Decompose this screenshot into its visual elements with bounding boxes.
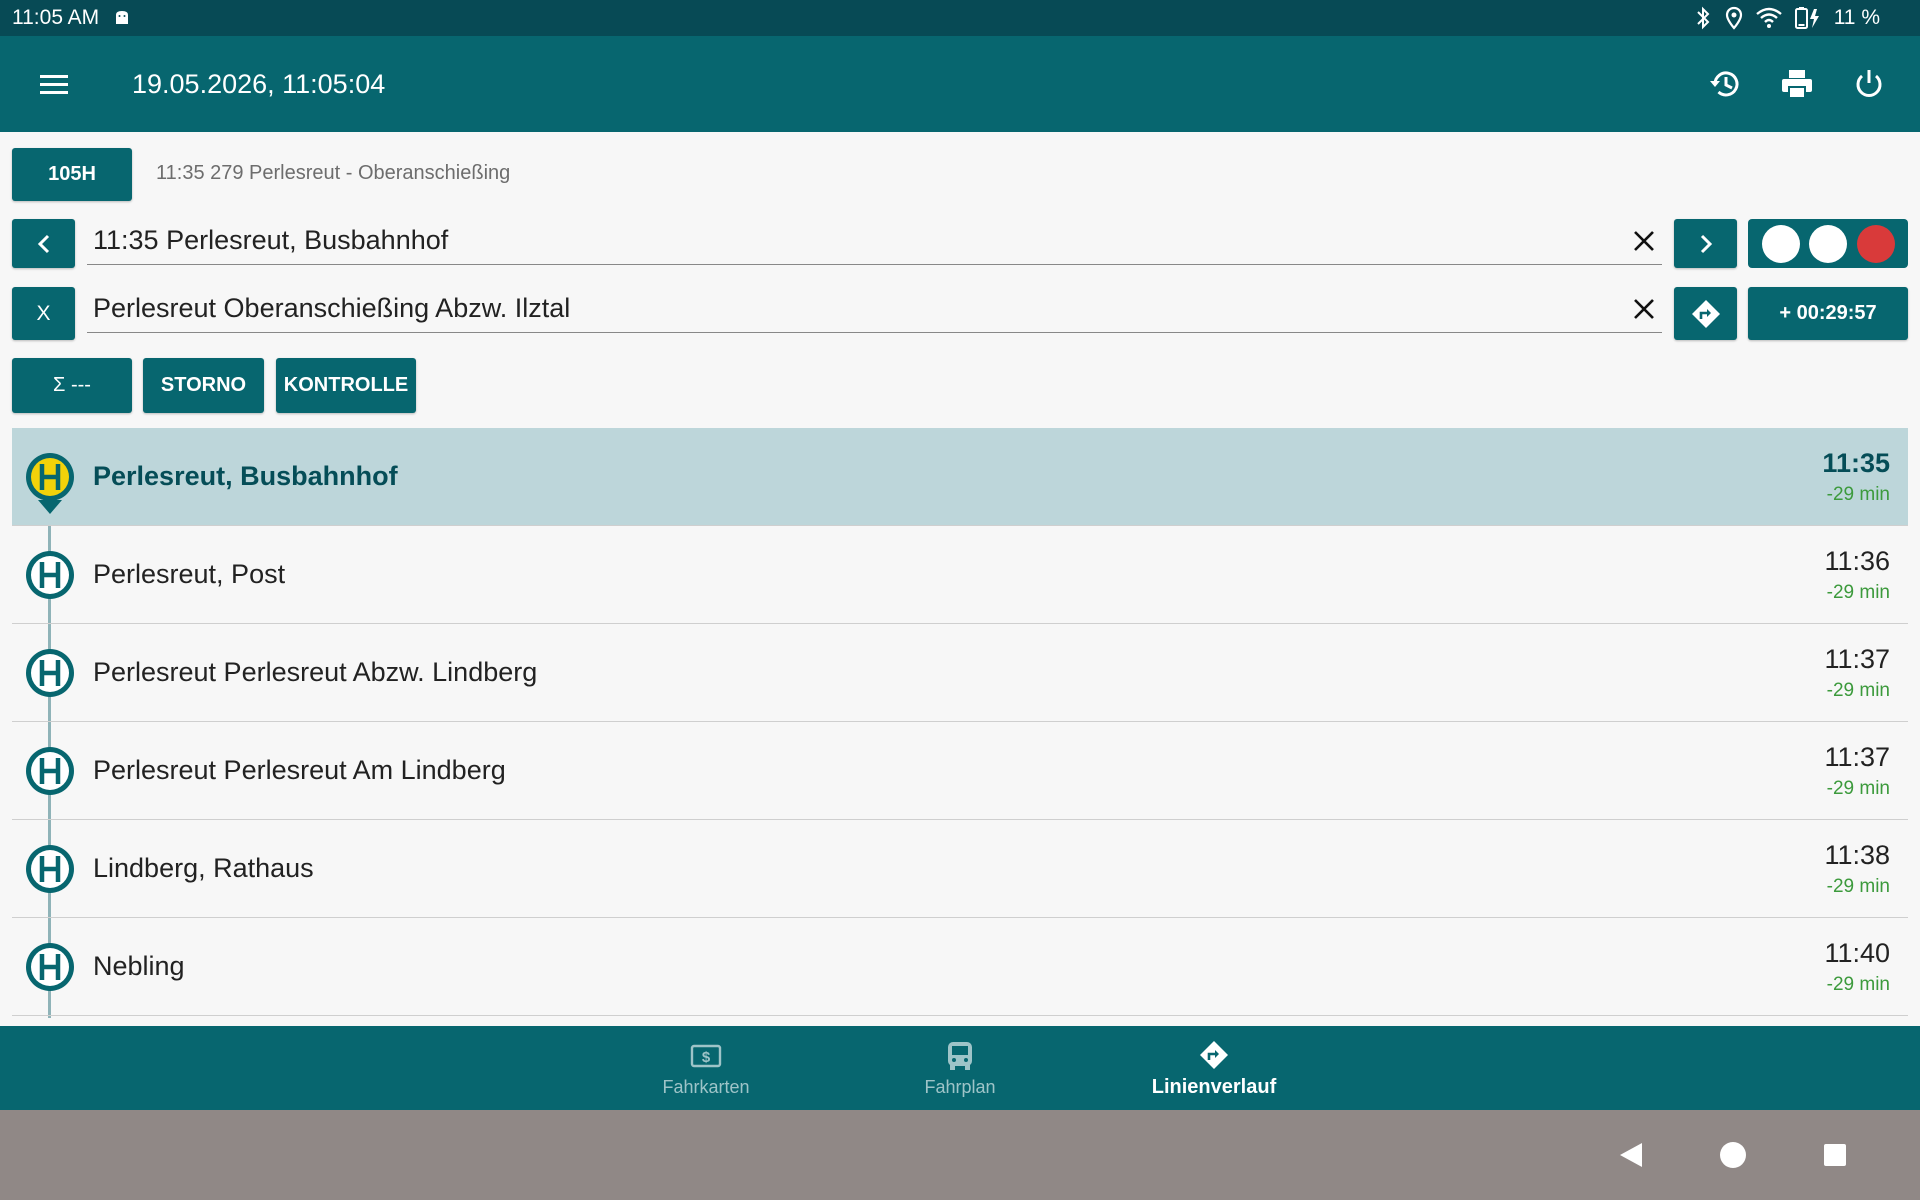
power-icon [1853, 68, 1885, 100]
recents-button[interactable] [1820, 1140, 1850, 1170]
from-stop-field[interactable]: 11:35 Perlesreut, Busbahnhof [87, 217, 1662, 265]
stop-time: 11:35 [1822, 448, 1890, 478]
storno-button[interactable]: STORNO [143, 358, 264, 413]
ticket-icon: $ [690, 1039, 722, 1073]
to-stop-value: Perlesreut Oberanschießing Abzw. Ilztal [93, 293, 571, 323]
status-light-3 [1856, 224, 1895, 263]
previous-stop-button[interactable] [12, 219, 75, 268]
stop-list[interactable]: Perlesreut, Busbahnhof 11:35 -29 min Per… [12, 428, 1908, 1018]
chevron-left-icon [35, 233, 53, 255]
recents-square-icon [1823, 1143, 1847, 1167]
close-icon [1632, 229, 1656, 253]
home-circle-icon [1719, 1141, 1747, 1169]
home-button[interactable] [1718, 1140, 1748, 1170]
page-title: 19.05.2026, 11:05:04 [132, 68, 386, 99]
stop-time: 11:40 [1824, 938, 1890, 968]
stop-time: 11:37 [1824, 644, 1890, 674]
system-navigation-bar [0, 1110, 1920, 1200]
from-stop-value: 11:35 Perlesreut, Busbahnhof [93, 225, 449, 255]
clear-from-button[interactable] [1626, 223, 1662, 259]
svg-text:$: $ [702, 1049, 711, 1066]
stop-name: Perlesreut Perlesreut Abzw. Lindberg [93, 657, 538, 687]
android-notification-icon [113, 9, 131, 27]
tab-label: Fahrkarten [662, 1076, 750, 1097]
stop-name: Nebling [93, 951, 185, 981]
list-item[interactable]: Perlesreut, Busbahnhof 11:35 -29 min [12, 428, 1908, 526]
status-light-1 [1761, 224, 1800, 263]
history-icon [1708, 67, 1742, 101]
countdown-button[interactable]: + 00:29:57 [1748, 287, 1908, 340]
stop-time: 11:38 [1824, 840, 1890, 870]
bus-stop-icon [25, 844, 75, 894]
list-item[interactable]: Nebling 11:40 -29 min [12, 918, 1908, 1016]
power-button[interactable] [1844, 59, 1894, 109]
to-stop-field[interactable]: Perlesreut Oberanschießing Abzw. Ilztal [87, 285, 1662, 333]
clear-to-button[interactable] [1626, 291, 1662, 327]
bus-stop-icon [25, 550, 75, 600]
bluetooth-icon [1694, 6, 1712, 30]
stop-delay: -29 min [1826, 484, 1890, 505]
sum-button[interactable]: Σ --- [12, 358, 132, 413]
list-item[interactable]: Perlesreut Perlesreut Am Lindberg 11:37 … [12, 722, 1908, 820]
route-button[interactable] [1674, 287, 1737, 340]
stop-time: 11:37 [1824, 742, 1890, 772]
directions-icon [1690, 298, 1722, 330]
menu-button[interactable] [26, 56, 82, 112]
list-item[interactable]: Lindberg, Rathaus 11:38 -29 min [12, 820, 1908, 918]
trip-info-label: 11:35 279 Perlesreut - Oberanschießing [156, 162, 511, 184]
bus-stop-icon [25, 942, 75, 992]
tab-fahrkarten[interactable]: $ Fahrkarten [579, 1026, 833, 1110]
list-item[interactable]: Perlesreut, Post 11:36 -29 min [12, 526, 1908, 624]
current-stop-arrow-icon [38, 500, 62, 514]
tab-label: Fahrplan [924, 1076, 996, 1097]
app-bar: 19.05.2026, 11:05:04 [0, 36, 1920, 132]
stop-name: Perlesreut, Busbahnhof [93, 461, 398, 491]
chevron-right-icon [1697, 233, 1715, 255]
directions-icon [1198, 1038, 1230, 1072]
bus-stop-icon [25, 746, 75, 796]
list-item[interactable]: Perlesreut Perlesreut Abzw. Lindberg 11:… [12, 624, 1908, 722]
stop-name: Lindberg, Rathaus [93, 853, 314, 883]
back-triangle-icon [1618, 1141, 1644, 1169]
status-time: 11:05 AM [12, 6, 100, 29]
stop-delay: -29 min [1826, 680, 1890, 701]
next-stop-button[interactable] [1674, 219, 1737, 268]
stop-delay: -29 min [1826, 778, 1890, 799]
history-button[interactable] [1700, 59, 1750, 109]
stop-delay: -29 min [1826, 876, 1890, 897]
stop-delay: -29 min [1826, 582, 1890, 603]
bottom-navigation: $ Fahrkarten Fahrplan Linienverlauf [0, 1026, 1920, 1110]
line-code-button[interactable]: 105H [12, 148, 132, 201]
stop-time: 11:36 [1824, 546, 1890, 576]
clear-destination-button[interactable]: X [12, 287, 75, 340]
print-button[interactable] [1772, 59, 1822, 109]
hamburger-menu-icon [39, 73, 69, 95]
battery-percentage: 11 % [1833, 6, 1880, 29]
status-bar: 11:05 AM 11 % [0, 0, 1920, 36]
back-button[interactable] [1616, 1140, 1646, 1170]
close-icon [1632, 297, 1656, 321]
printer-icon [1780, 68, 1814, 100]
bus-stop-icon [25, 452, 75, 502]
tab-fahrplan[interactable]: Fahrplan [833, 1026, 1087, 1110]
battery-icon [1794, 6, 1822, 30]
stop-name: Perlesreut, Post [93, 559, 286, 589]
wifi-icon [1755, 7, 1782, 29]
bus-icon [946, 1039, 974, 1073]
bus-stop-icon [25, 648, 75, 698]
location-icon [1724, 6, 1744, 30]
tab-linienverlauf[interactable]: Linienverlauf [1087, 1026, 1341, 1110]
stop-delay: -29 min [1826, 974, 1890, 995]
kontrolle-button[interactable]: KONTROLLE [276, 358, 416, 413]
tab-label: Linienverlauf [1151, 1075, 1277, 1098]
stop-name: Perlesreut Perlesreut Am Lindberg [93, 755, 506, 785]
status-lights [1748, 219, 1908, 268]
status-light-2 [1809, 224, 1847, 263]
